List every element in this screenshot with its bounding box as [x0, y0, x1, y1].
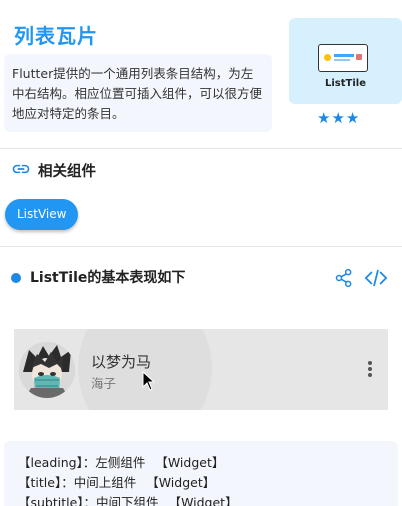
- more-vert-icon[interactable]: [363, 359, 377, 379]
- section-title: ListTile的基本表现如下: [30, 270, 186, 286]
- property-type: 【Widget】: [168, 495, 238, 506]
- property-type: 【Widget】: [146, 475, 216, 490]
- tile-title: 以梦为马: [91, 353, 152, 371]
- divider: [0, 148, 402, 149]
- thumbnail-label: ListTile: [325, 78, 366, 89]
- code-icon[interactable]: [364, 268, 388, 288]
- property-name: 【title】：中间上组件: [18, 475, 137, 490]
- avatar: [19, 342, 75, 398]
- mouse-cursor-icon: [142, 371, 156, 391]
- list-tile-illustration-icon: [318, 44, 368, 72]
- link-icon: [12, 164, 30, 174]
- description-card: Flutter提供的一个通用列表条目结构，为左中右结构。相应位置可插入组件，可以…: [4, 54, 272, 132]
- thumbnail-card: ListTile: [289, 18, 402, 104]
- star-rating: ★★★: [317, 109, 361, 127]
- divider: [0, 246, 402, 247]
- chip-listview[interactable]: ListView: [5, 199, 79, 230]
- section-bullet: [11, 273, 21, 283]
- property-name: 【leading】：左侧组件: [18, 455, 146, 470]
- list-tile-demo[interactable]: 以梦为马 海子: [14, 329, 388, 410]
- properties-card: 【leading】：左侧组件 【Widget】 【title】：中间上组件 【Wid…: [4, 441, 398, 506]
- tile-subtitle: 海子: [91, 376, 117, 391]
- share-icon[interactable]: [334, 268, 354, 288]
- property-row: 【subtitle】：中间下组件 【Widget】: [18, 493, 398, 506]
- related-section-title: 相关组件: [38, 164, 96, 180]
- property-row: 【leading】：左侧组件 【Widget】: [18, 453, 398, 473]
- page-title: 列表瓦片: [14, 24, 98, 48]
- property-name: 【subtitle】：中间下组件: [18, 495, 159, 506]
- property-row: 【title】：中间上组件 【Widget】: [18, 473, 398, 493]
- property-type: 【Widget】: [155, 455, 225, 470]
- description-text: Flutter提供的一个通用列表条目结构，为左中右结构。相应位置可插入组件，可以…: [12, 66, 263, 121]
